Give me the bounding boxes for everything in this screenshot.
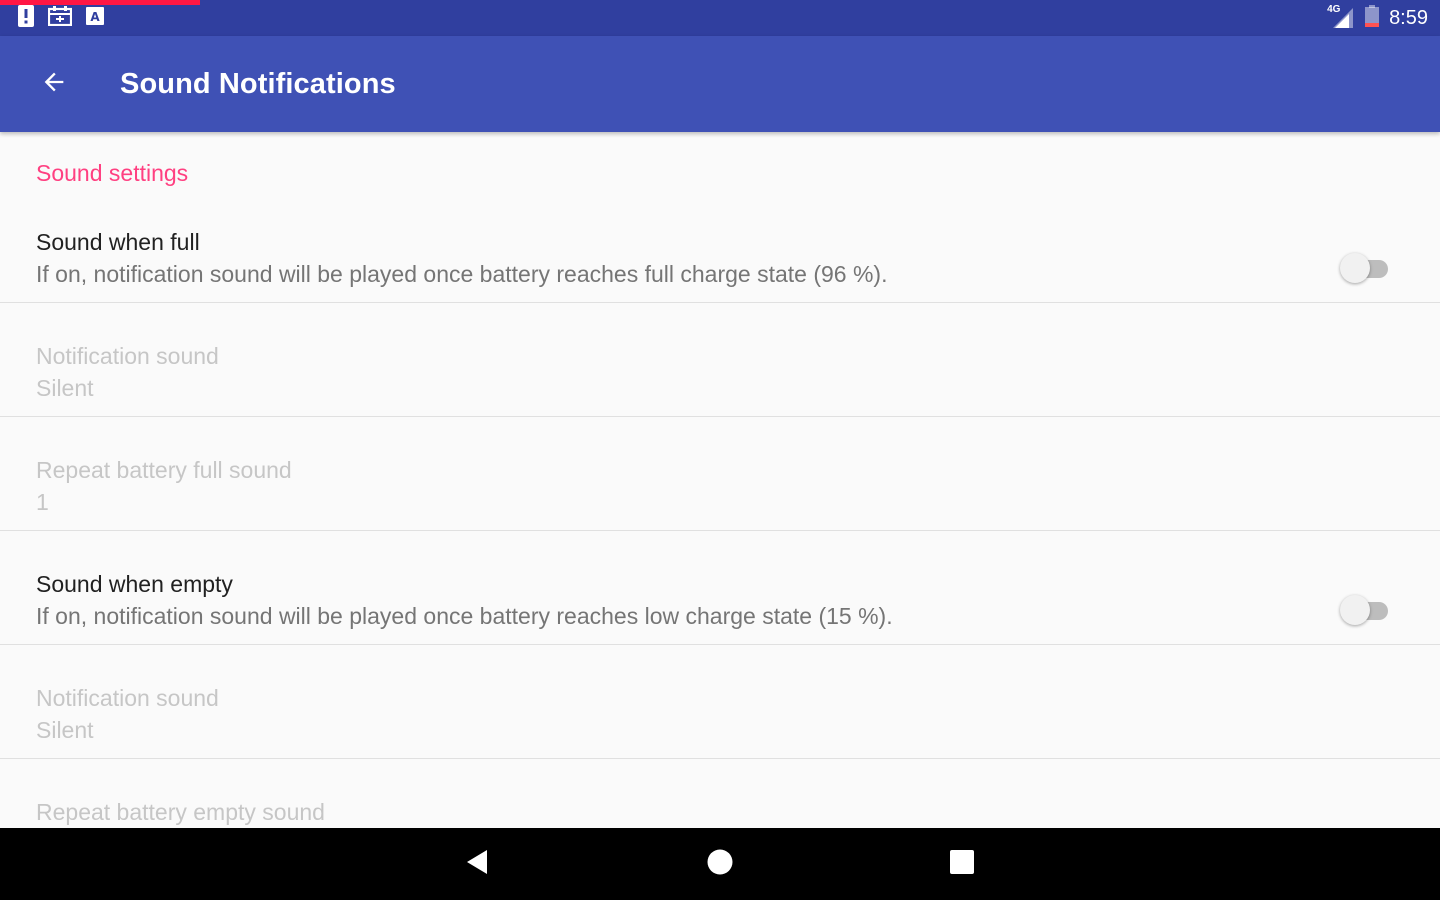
pref-title: Repeat battery full sound — [36, 457, 292, 483]
status-time: 8:59 — [1389, 6, 1428, 29]
status-bar: A 4G 8:59 — [0, 0, 1440, 36]
pref-repeat-empty-sound: Repeat battery empty sound 1 — [0, 759, 1440, 828]
page-title: Sound Notifications — [120, 68, 396, 100]
keyboard-a-icon: A — [86, 6, 104, 30]
back-button[interactable] — [30, 60, 78, 108]
pref-repeat-full-sound: Repeat battery full sound 1 — [0, 417, 1440, 531]
pref-summary: Silent — [36, 717, 94, 743]
pref-title: Repeat battery empty sound — [36, 799, 325, 825]
app-bar: Sound Notifications — [0, 36, 1440, 132]
alert-icon — [18, 4, 34, 32]
nav-recents-button[interactable] — [938, 844, 986, 884]
back-triangle-icon — [465, 848, 491, 881]
nav-back-button[interactable] — [454, 844, 502, 884]
pref-sound-when-empty[interactable]: Sound when empty If on, notification sou… — [0, 531, 1440, 645]
recents-square-icon — [949, 849, 975, 880]
arrow-back-icon — [40, 68, 68, 101]
pref-summary: Silent — [36, 375, 94, 401]
status-bar-notifications: A — [18, 4, 104, 32]
nav-home-button[interactable] — [696, 844, 744, 884]
switch-thumb — [1340, 595, 1370, 625]
pref-summary: If on, notification sound will be played… — [36, 603, 893, 629]
pref-title: Notification sound — [36, 343, 219, 369]
switch-thumb — [1340, 253, 1370, 283]
pref-notification-sound-empty: Notification sound Silent — [0, 645, 1440, 759]
home-circle-icon — [706, 848, 734, 881]
pref-summary: If on, notification sound will be played… — [36, 261, 888, 287]
svg-text:A: A — [90, 10, 100, 24]
calendar-icon — [47, 5, 73, 31]
sound-when-full-switch[interactable] — [1340, 253, 1388, 283]
pref-notification-sound-full: Notification sound Silent — [0, 303, 1440, 417]
preferences-list[interactable]: Sound settings Sound when full If on, no… — [0, 132, 1440, 828]
signal-icon: 4G — [1327, 4, 1355, 30]
pref-summary: 1 — [36, 489, 49, 515]
sound-when-empty-switch[interactable] — [1340, 595, 1388, 625]
pref-title: Sound when full — [36, 229, 200, 255]
pref-title: Sound when empty — [36, 571, 233, 597]
navigation-bar — [0, 828, 1440, 900]
status-bar-system: 4G 8:59 — [1327, 0, 1428, 36]
section-header: Sound settings — [36, 160, 189, 186]
pref-sound-when-full[interactable]: Sound when full If on, notification soun… — [0, 189, 1440, 303]
pref-title: Notification sound — [36, 685, 219, 711]
battery-icon — [1365, 4, 1380, 32]
